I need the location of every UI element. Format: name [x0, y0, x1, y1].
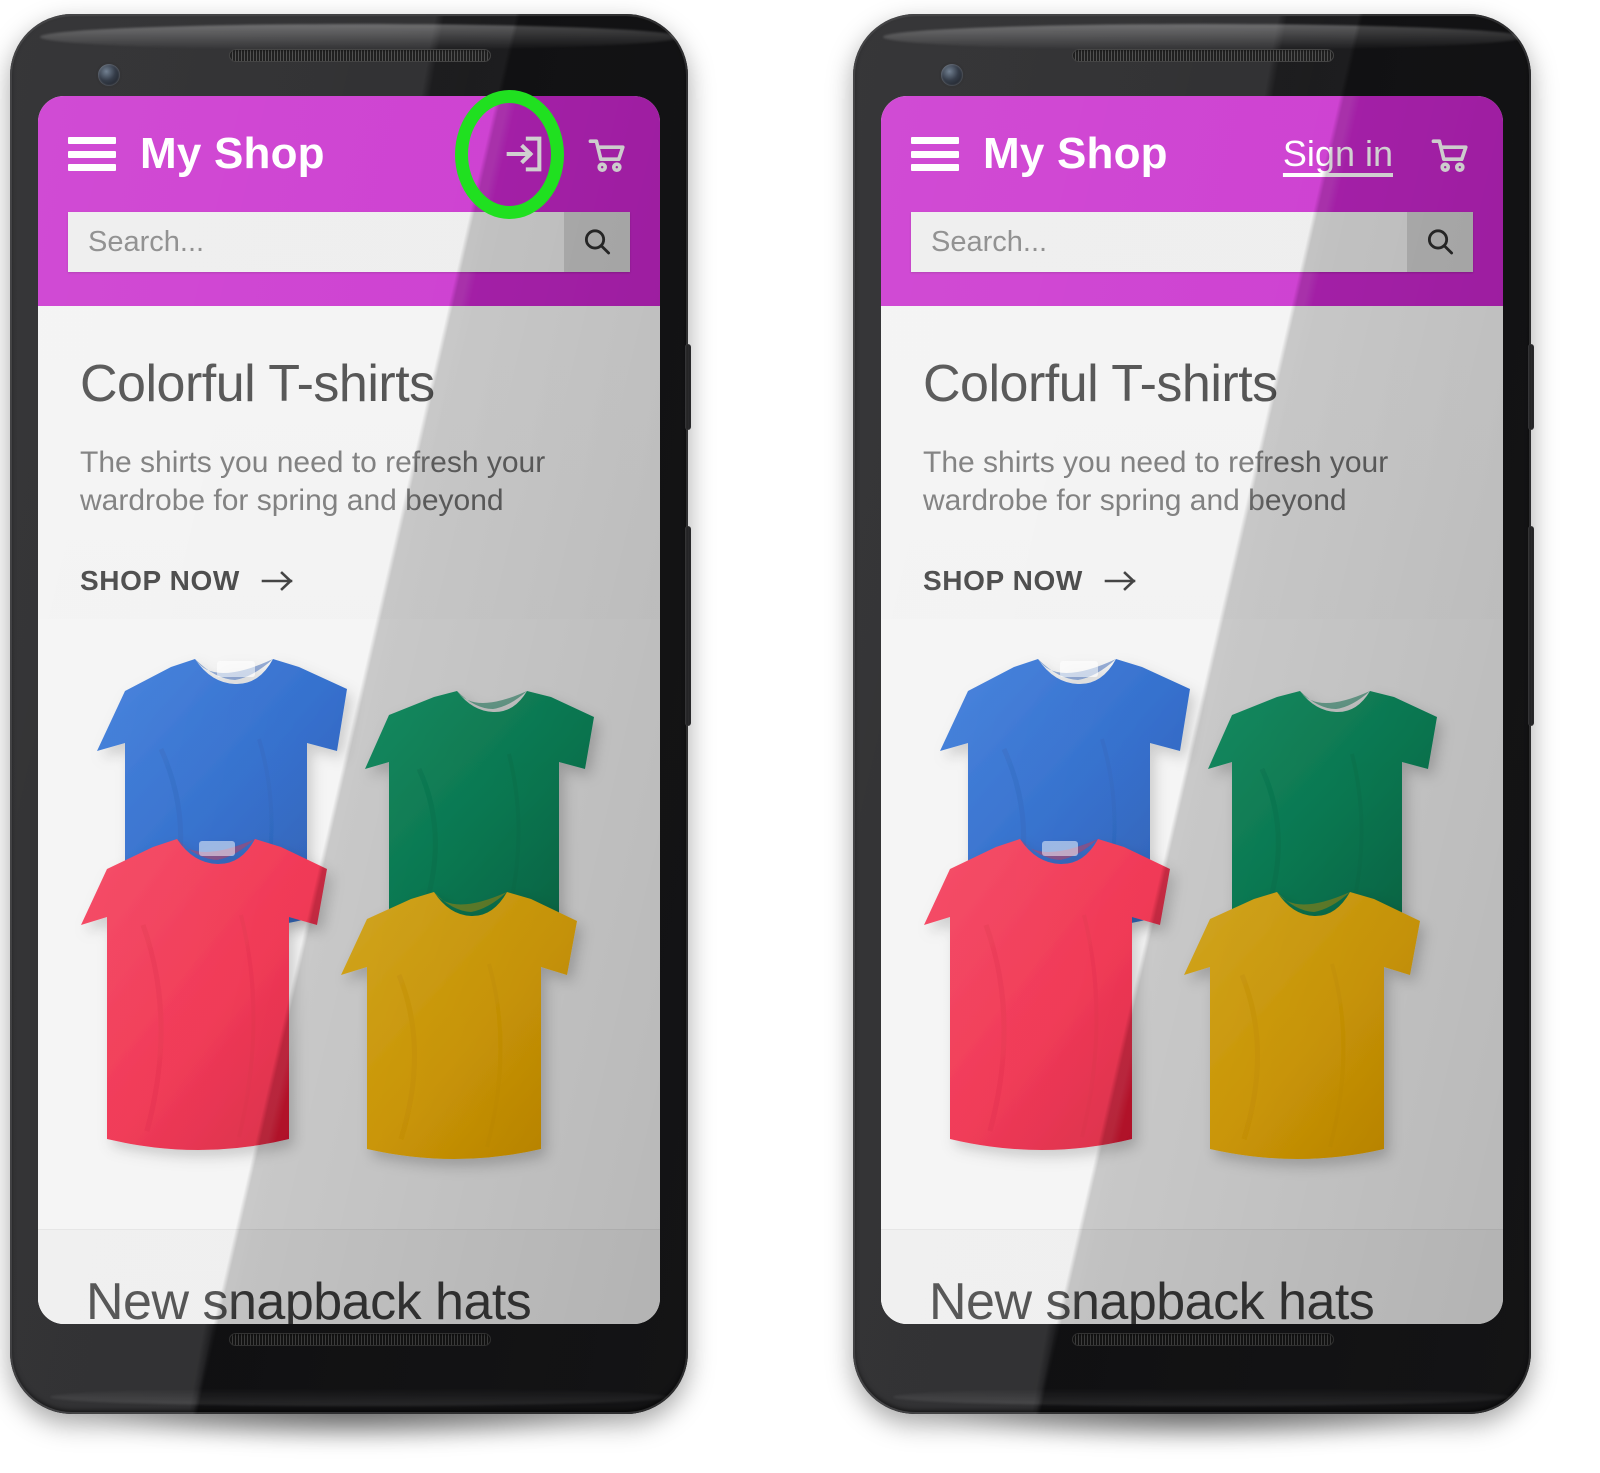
page-content: Colorful T-shirts The shirts you need to… — [38, 306, 660, 1324]
arrow-right-icon — [260, 568, 296, 594]
promo-body: The shirts you need to refresh your ward… — [80, 446, 546, 518]
hats-promo-card: New snapback hats Dashing, distinctive. … — [881, 1228, 1503, 1324]
search-bar-wrapper — [881, 212, 1503, 272]
shopping-cart-icon[interactable] — [1421, 126, 1477, 182]
shop-now-label: SHOP NOW — [80, 564, 240, 596]
promo-heading: Colorful T-shirts — [923, 355, 1278, 413]
front-camera — [98, 64, 120, 86]
page-content: Colorful T-shirts The shirts you need to… — [881, 306, 1503, 1324]
hats-heading: New snapback hats — [86, 1272, 532, 1324]
power-button[interactable] — [685, 344, 691, 430]
phone-body: My Shop Search... Colorful T-shirts The … — [10, 14, 691, 1414]
promo-body: The shirts you need to refresh your ward… — [923, 446, 1389, 518]
earpiece-speaker-grille — [229, 49, 491, 62]
comparison-stage: My Shop Search... Colorful T-shirts The … — [0, 0, 1600, 1473]
search-input[interactable] — [911, 212, 1407, 272]
front-camera — [941, 64, 963, 86]
arrow-right-icon — [1103, 568, 1139, 594]
app-bar-row: My Shop — [38, 96, 660, 212]
volume-rocker[interactable] — [685, 526, 691, 726]
search-input[interactable] — [68, 212, 564, 272]
volume-rocker[interactable] — [1528, 526, 1534, 726]
bezel-gloss-bottom — [893, 1388, 1511, 1406]
bottom-speaker-grille — [1072, 1333, 1334, 1346]
shopping-cart-icon[interactable] — [578, 126, 634, 182]
search-bar[interactable] — [911, 212, 1473, 272]
hats-heading: New snapback hats — [929, 1272, 1375, 1324]
app-title: My Shop — [140, 129, 325, 178]
tshirt-promo-card: Colorful T-shirts The shirts you need to… — [881, 306, 1503, 1229]
bezel-gloss-top — [40, 24, 680, 50]
shop-now-button[interactable]: SHOP NOW — [80, 565, 296, 597]
shop-now-button[interactable]: SHOP NOW — [923, 565, 1139, 597]
bottom-speaker-grille — [229, 1333, 491, 1346]
app-title: My Shop — [983, 129, 1168, 178]
app-bar-actions — [496, 126, 634, 182]
shop-now-label: SHOP NOW — [923, 564, 1083, 596]
bezel-gloss-top — [883, 24, 1523, 50]
phone-right: My Shop Sign in Search... Colorful T-shi… — [843, 8, 1543, 1444]
search-button[interactable] — [1407, 212, 1473, 272]
search-button[interactable] — [564, 212, 630, 272]
app-bar-row: My Shop Sign in — [881, 96, 1503, 212]
login-icon[interactable] — [496, 126, 552, 182]
power-button[interactable] — [1528, 344, 1534, 430]
phone-screen-right: My Shop Sign in Search... Colorful T-shi… — [881, 96, 1503, 1324]
phone-left: My Shop Search... Colorful T-shirts The … — [0, 8, 700, 1444]
search-bar-wrapper — [38, 212, 660, 272]
app-bar: My Shop Sign in — [881, 96, 1503, 306]
tshirt-hero-image — [881, 618, 1503, 1229]
tshirts-illustration — [924, 618, 1452, 1229]
hamburger-menu-icon[interactable] — [68, 137, 116, 171]
search-bar[interactable] — [68, 212, 630, 272]
earpiece-speaker-grille — [1072, 49, 1334, 62]
tshirt-promo-card: Colorful T-shirts The shirts you need to… — [38, 306, 660, 1229]
promo-heading: Colorful T-shirts — [80, 355, 435, 413]
bezel-gloss-bottom — [50, 1388, 668, 1406]
phone-screen-left: My Shop Search... Colorful T-shirts The … — [38, 96, 660, 1324]
hats-promo-card: New snapback hats Dashing, distinctive. … — [38, 1228, 660, 1324]
phone-body: My Shop Sign in Search... Colorful T-shi… — [853, 14, 1534, 1414]
app-bar: My Shop — [38, 96, 660, 306]
tshirts-illustration — [81, 618, 609, 1229]
hamburger-menu-icon[interactable] — [911, 137, 959, 171]
app-bar-actions: Sign in — [1283, 126, 1477, 182]
tshirt-hero-image — [38, 618, 660, 1229]
sign-in-link[interactable]: Sign in — [1283, 133, 1395, 175]
